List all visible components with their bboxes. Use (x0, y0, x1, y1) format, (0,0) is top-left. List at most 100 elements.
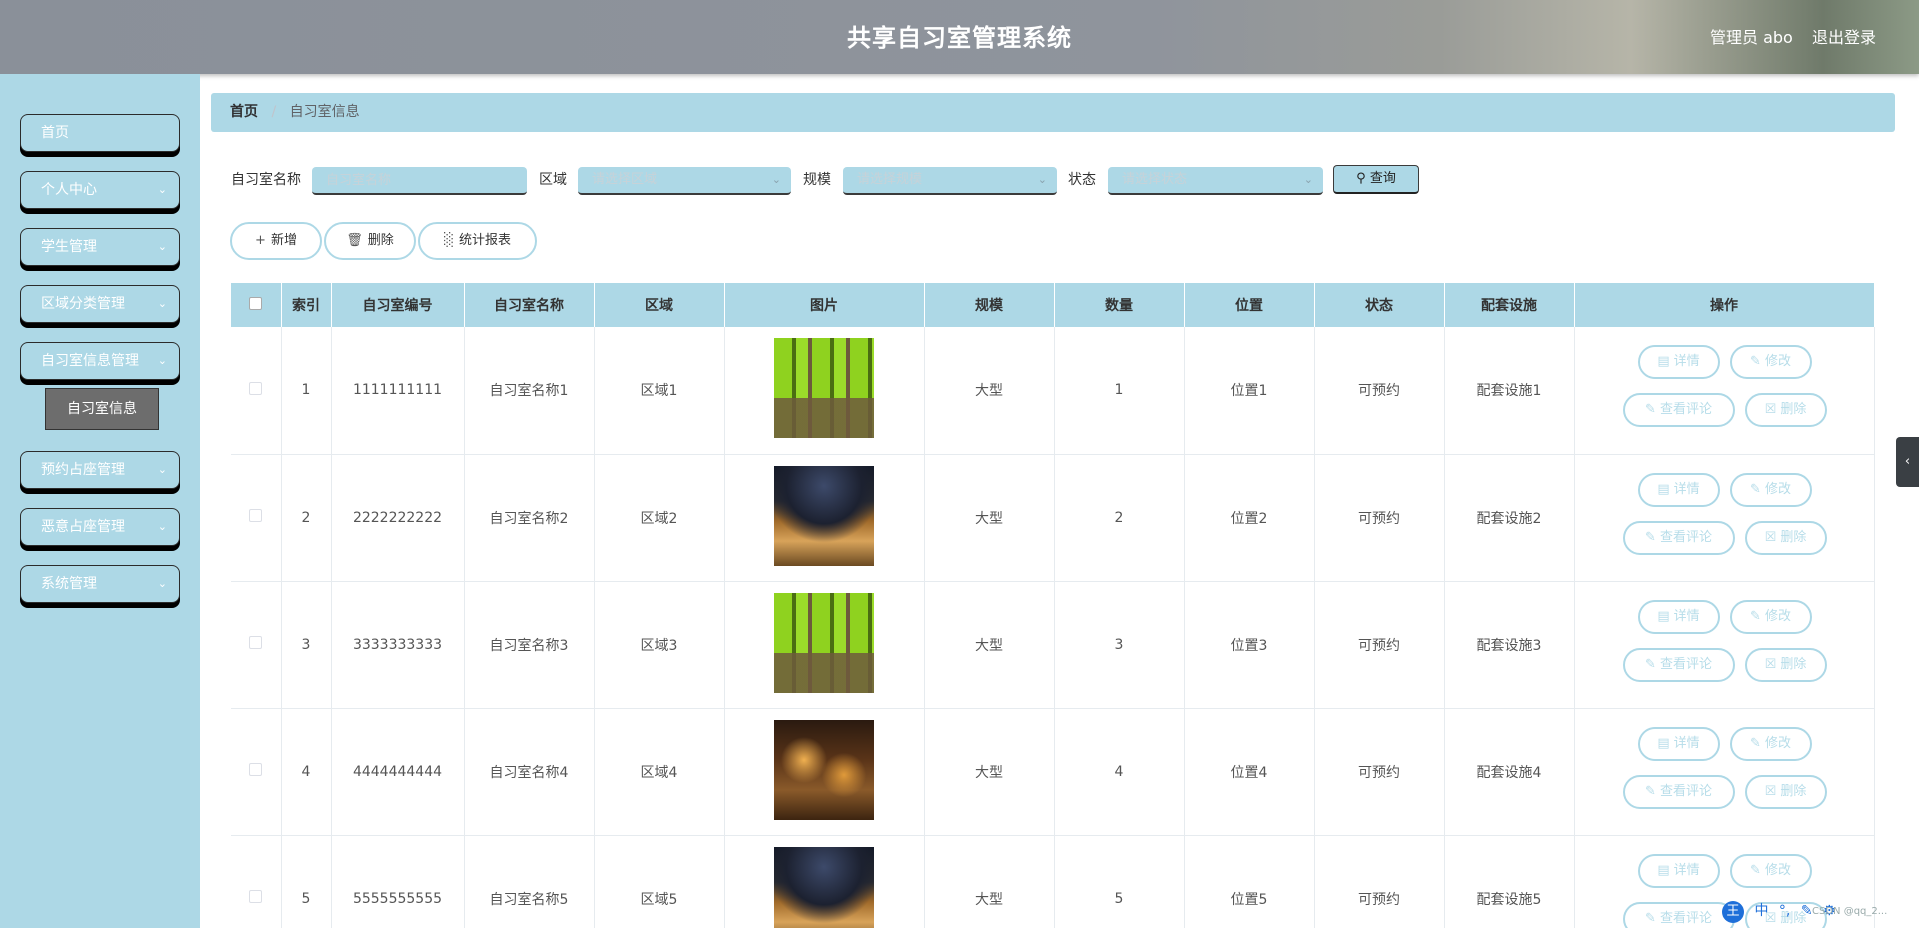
cell-image (724, 581, 925, 709)
status-label: 状态 (1068, 172, 1096, 188)
edit-button[interactable]: ✎ 修改 (1729, 472, 1812, 507)
detail-button-label: 详情 (1673, 608, 1700, 624)
pen-icon[interactable]: ✎ (1801, 903, 1813, 919)
delete-button[interactable]: ☒ 删除 (1744, 393, 1827, 427)
cell-count: 2 (1054, 454, 1185, 582)
region-select[interactable]: 请选择区域 ⌄ (578, 167, 791, 195)
column-header: 规模 (924, 283, 1055, 327)
cell-region: 区域3 (594, 581, 725, 709)
cell-operations: ▤ 详情 ✎ 修改 ✎ 查看评论 ☒ 删除 (1574, 581, 1875, 709)
room-name-input[interactable] (312, 167, 527, 195)
room-thumbnail[interactable] (774, 465, 874, 566)
view-comments-button[interactable]: ✎ 查看评论 (1622, 520, 1735, 555)
edit-icon: ✎ (1750, 354, 1761, 369)
row-select-cell[interactable] (231, 327, 282, 455)
punctuation-icon[interactable]: °, (1779, 903, 1790, 919)
select-all-cell[interactable] (231, 283, 282, 327)
room-thumbnail[interactable] (774, 846, 874, 928)
query-button[interactable]: ⚲ 查询 (1333, 165, 1419, 194)
delete-button[interactable]: ☒ 删除 (1744, 647, 1827, 682)
view-comments-button[interactable]: ✎ 查看评论 (1622, 901, 1735, 928)
row-select-cell[interactable] (231, 581, 282, 709)
row-checkbox[interactable] (249, 763, 263, 776)
select-all-checkbox[interactable] (249, 296, 263, 310)
column-header: 配套设施 (1444, 283, 1575, 327)
edit-icon: ✎ (1645, 783, 1656, 799)
sidebar-item-label: 学生管理 (41, 239, 97, 255)
column-header: 索引 (281, 283, 332, 327)
ime-language-toggle[interactable]: 中 (1754, 900, 1768, 920)
room-name-label: 自习室名称 (231, 172, 301, 188)
edit-button[interactable]: ✎ 修改 (1729, 599, 1812, 634)
scale-label: 规模 (803, 172, 831, 188)
view-comments-button[interactable]: ✎ 查看评论 (1622, 647, 1735, 682)
detail-button-label: 详情 (1673, 862, 1700, 878)
room-table: 索引 自习室编号 自习室名称 区域 图片 规模 数量 位置 状态 配套设施 操作… (231, 283, 1875, 928)
trash-icon: ☒ (1764, 402, 1777, 417)
trash-icon: ☒ (1764, 783, 1777, 799)
cell-image (724, 454, 925, 582)
cell-scale: 大型 (924, 327, 1055, 455)
edit-button[interactable]: ✎ 修改 (1729, 345, 1812, 379)
row-checkbox[interactable] (249, 509, 263, 522)
chevron-left-icon: ‹ (1904, 454, 1911, 469)
edit-icon: ✎ (1750, 608, 1761, 624)
cell-image (724, 708, 925, 836)
edit-icon: ✎ (1645, 656, 1656, 672)
room-thumbnail[interactable] (774, 719, 874, 820)
sidebar-item-home[interactable]: 首页 (20, 114, 180, 152)
view-comments-button[interactable]: ✎ 查看评论 (1622, 393, 1735, 427)
cell-facility: 配套设施5 (1444, 835, 1575, 928)
edit-icon: ✎ (1750, 481, 1761, 497)
chevron-down-icon: ⌄ (1037, 173, 1047, 186)
sidebar-item-label: 首页 (41, 125, 69, 141)
sidebar-item-student-management[interactable]: 学生管理 ⌄ (20, 228, 180, 266)
room-thumbnail[interactable] (774, 592, 874, 693)
add-button[interactable]: + 新增 (230, 222, 322, 260)
detail-button[interactable]: ▤ 详情 (1637, 599, 1720, 634)
ime-logo-icon[interactable]: 王 (1722, 901, 1744, 923)
room-thumbnail[interactable] (774, 338, 874, 439)
view-comments-button[interactable]: ✎ 查看评论 (1622, 774, 1735, 809)
cell-location: 位置5 (1184, 835, 1315, 928)
collapse-panel-tab[interactable]: ‹ (1896, 437, 1919, 487)
logout-link[interactable]: 退出登录 (1812, 24, 1876, 48)
delete-button[interactable]: ☒ 删除 (1744, 774, 1827, 809)
edit-button[interactable]: ✎ 修改 (1729, 853, 1812, 888)
detail-button[interactable]: ▤ 详情 (1637, 345, 1720, 379)
report-button[interactable]: ░ 统计报表 (418, 222, 537, 260)
sidebar-item-region-category[interactable]: 区域分类管理 ⌄ (20, 285, 180, 323)
batch-delete-button[interactable]: 🗑 删除 (324, 222, 416, 260)
sidebar-item-system-management[interactable]: 系统管理 ⌄ (20, 565, 180, 603)
sidebar-item-reservation-management[interactable]: 预约占座管理 ⌄ (20, 451, 180, 489)
chevron-down-icon: ⌄ (157, 463, 167, 476)
sidebar-item-label: 区域分类管理 (41, 296, 125, 312)
table-row: 2 2222222222 自习室名称2 区域2 大型 2 位置2 可预约 配套设施2 ▤ 详情 ✎ 修改… (231, 454, 1875, 582)
row-select-cell[interactable] (231, 835, 282, 928)
submenu-item-room-info[interactable]: 自习室信息 (45, 388, 159, 430)
edit-button[interactable]: ✎ 修改 (1729, 726, 1812, 761)
delete-button[interactable]: ☒ 删除 (1744, 520, 1827, 555)
scale-select[interactable]: 请选择规模 ⌄ (843, 167, 1057, 195)
row-select-cell[interactable] (231, 454, 282, 582)
row-checkbox[interactable] (249, 381, 263, 395)
sidebar-item-label: 恶意占座管理 (41, 519, 125, 535)
detail-button[interactable]: ▤ 详情 (1637, 726, 1720, 761)
document-icon: ▤ (1657, 481, 1670, 497)
table-row: 1 1111111111 自习室名称1 区域1 大型 1 位置1 可预约 配套设施1 ▤ 详情 ✎ 修改… (231, 327, 1875, 455)
detail-button[interactable]: ▤ 详情 (1637, 853, 1720, 888)
sidebar-item-personal-center[interactable]: 个人中心 ⌄ (20, 171, 180, 209)
view-comments-label: 查看评论 (1659, 529, 1712, 545)
row-select-cell[interactable] (231, 708, 282, 836)
detail-button[interactable]: ▤ 详情 (1637, 472, 1720, 507)
table-header-row: 索引 自习室编号 自习室名称 区域 图片 规模 数量 位置 状态 配套设施 操作 (231, 283, 1875, 327)
row-checkbox[interactable] (249, 636, 263, 649)
cell-location: 位置2 (1184, 454, 1315, 582)
status-select[interactable]: 请选择状态 ⌄ (1108, 167, 1323, 195)
breadcrumb-home[interactable]: 首页 (230, 104, 258, 120)
sidebar-item-malicious-occupy[interactable]: 恶意占座管理 ⌄ (20, 508, 180, 546)
row-checkbox[interactable] (249, 890, 263, 903)
sidebar-item-room-info-management[interactable]: 自习室信息管理 ⌄ (20, 342, 180, 380)
document-icon: ▤ (1657, 862, 1670, 878)
edit-button-label: 修改 (1764, 354, 1791, 369)
